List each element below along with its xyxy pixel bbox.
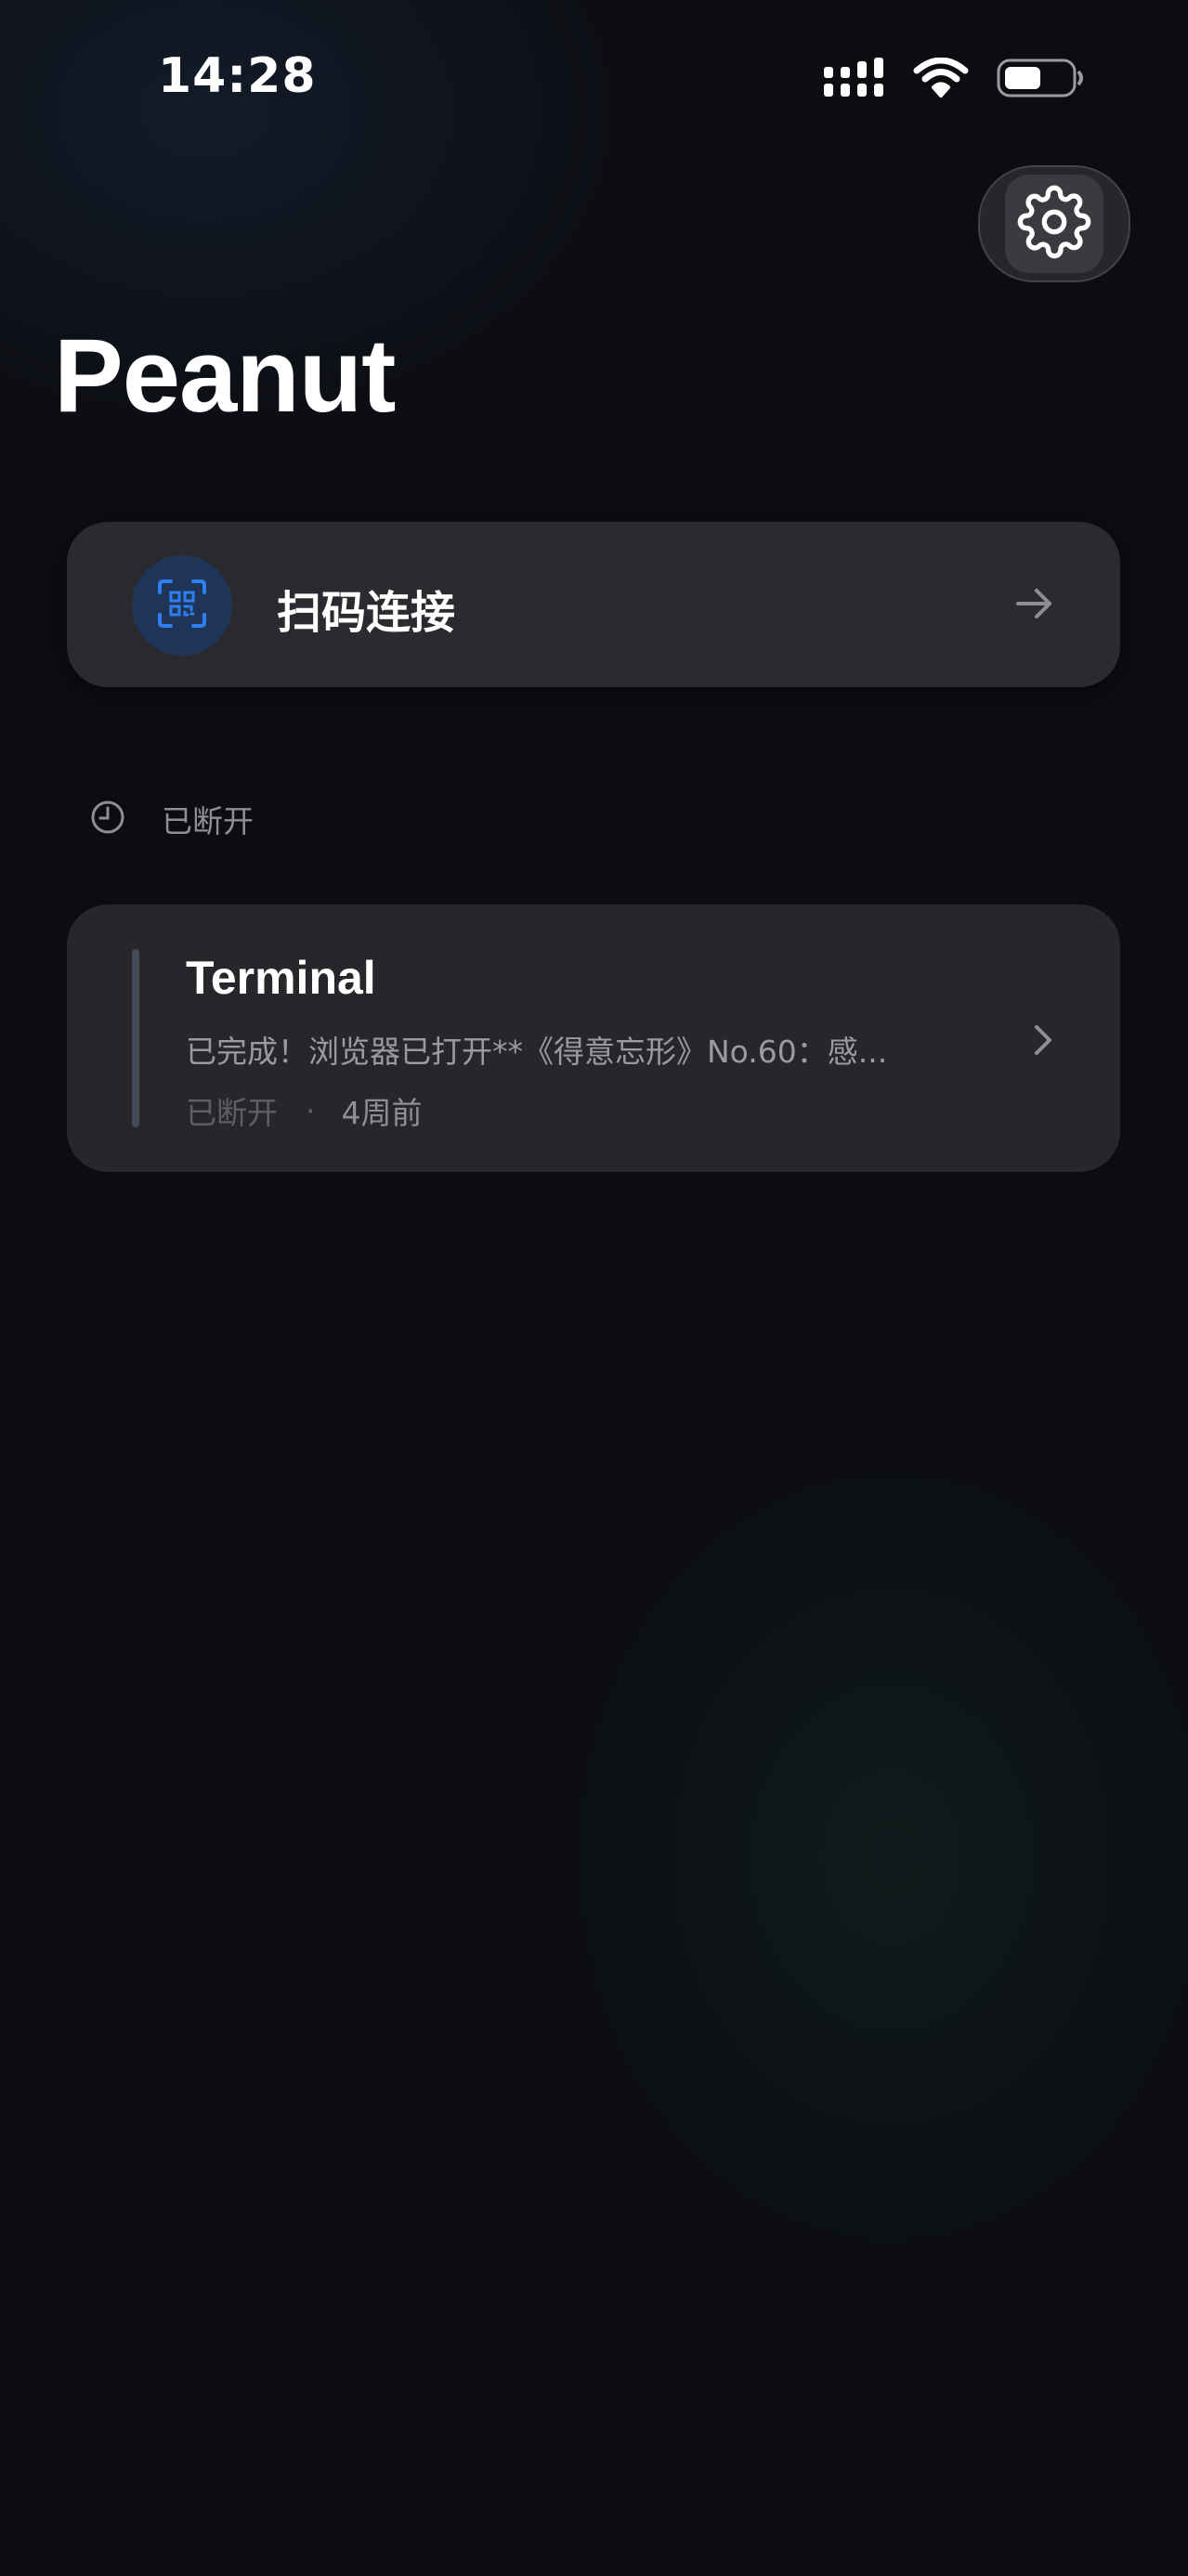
qr-scan-icon bbox=[156, 578, 208, 633]
scan-icon-badge bbox=[132, 555, 232, 656]
app-screen: 14:28 Peanut 扫码连接 已断开 Terminal 已完成！浏览器已打… bbox=[0, 0, 1188, 2576]
session-title: Terminal bbox=[186, 952, 376, 1004]
battery-icon bbox=[997, 57, 1086, 103]
status-icons bbox=[824, 56, 1086, 104]
settings-button[interactable] bbox=[978, 165, 1130, 282]
session-preview: 已完成！浏览器已打开**《得意忘形》No.60：感... bbox=[186, 1034, 888, 1070]
scan-connect-button[interactable]: 扫码连接 bbox=[67, 522, 1120, 687]
session-card[interactable]: Terminal 已完成！浏览器已打开**《得意忘形》No.60：感... 已断… bbox=[67, 904, 1120, 1172]
chevron-right-icon bbox=[1024, 1020, 1061, 1064]
meta-separator: · bbox=[306, 1092, 316, 1129]
section-label: 已断开 bbox=[162, 803, 254, 839]
page-title: Peanut bbox=[54, 318, 396, 434]
session-meta: 已断开 · 4周前 bbox=[186, 1088, 423, 1133]
session-status: 已断开 bbox=[186, 1095, 278, 1131]
scan-connect-label: 扫码连接 bbox=[277, 587, 456, 639]
cellular-signal-icon bbox=[824, 58, 885, 102]
session-time: 4周前 bbox=[341, 1095, 423, 1131]
section-header-disconnected: 已断开 bbox=[89, 797, 254, 841]
session-status-bar bbox=[132, 949, 139, 1127]
wifi-icon bbox=[913, 57, 969, 102]
clock-icon bbox=[89, 799, 126, 839]
gear-icon bbox=[1017, 185, 1091, 263]
status-time: 14:28 bbox=[158, 48, 317, 104]
arrow-right-icon bbox=[1011, 579, 1059, 631]
